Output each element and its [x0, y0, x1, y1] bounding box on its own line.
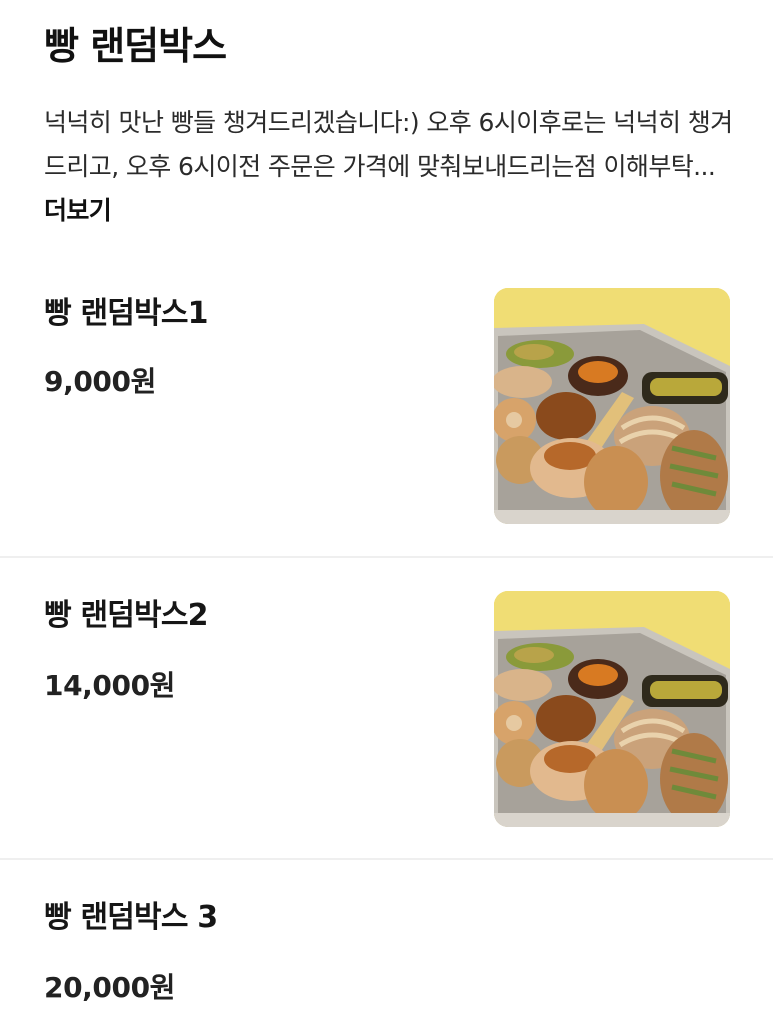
menu-item-price: 20,000원	[44, 971, 176, 1004]
menu-item[interactable]: 빵 랜덤박스1 9,000원	[0, 262, 773, 558]
more-button[interactable]: 더보기	[44, 196, 112, 225]
bread-box-photo	[494, 591, 730, 827]
menu-item-name: 빵 랜덤박스 3	[44, 900, 218, 935]
category-description-text: 넉넉히 맛난 빵들 챙겨드리겠습니다:) 오후 6시이후로는 넉넉히 챙겨드리고…	[44, 108, 733, 181]
menu-item-name: 빵 랜덤박스1	[44, 296, 209, 331]
category-description: 넉넉히 맛난 빵들 챙겨드리겠습니다:) 오후 6시이후로는 넉넉히 챙겨드리고…	[44, 101, 744, 233]
bread-box-photo-image	[494, 591, 730, 827]
bread-box-photo-image	[494, 288, 730, 524]
divider	[0, 858, 773, 860]
menu-item-price: 9,000원	[44, 365, 156, 398]
divider	[0, 556, 773, 558]
category-title: 빵 랜덤박스	[44, 24, 227, 68]
menu-item[interactable]: 빵 랜덤박스 3 20,000원	[0, 862, 773, 1027]
menu-page: 빵 랜덤박스 넉넉히 맛난 빵들 챙겨드리겠습니다:) 오후 6시이후로는 넉넉…	[0, 0, 773, 1027]
menu-item[interactable]: 빵 랜덤박스2 14,000원	[0, 560, 773, 860]
bread-box-photo	[494, 288, 730, 524]
menu-item-price: 14,000원	[44, 669, 176, 702]
menu-item-name: 빵 랜덤박스2	[44, 598, 209, 633]
